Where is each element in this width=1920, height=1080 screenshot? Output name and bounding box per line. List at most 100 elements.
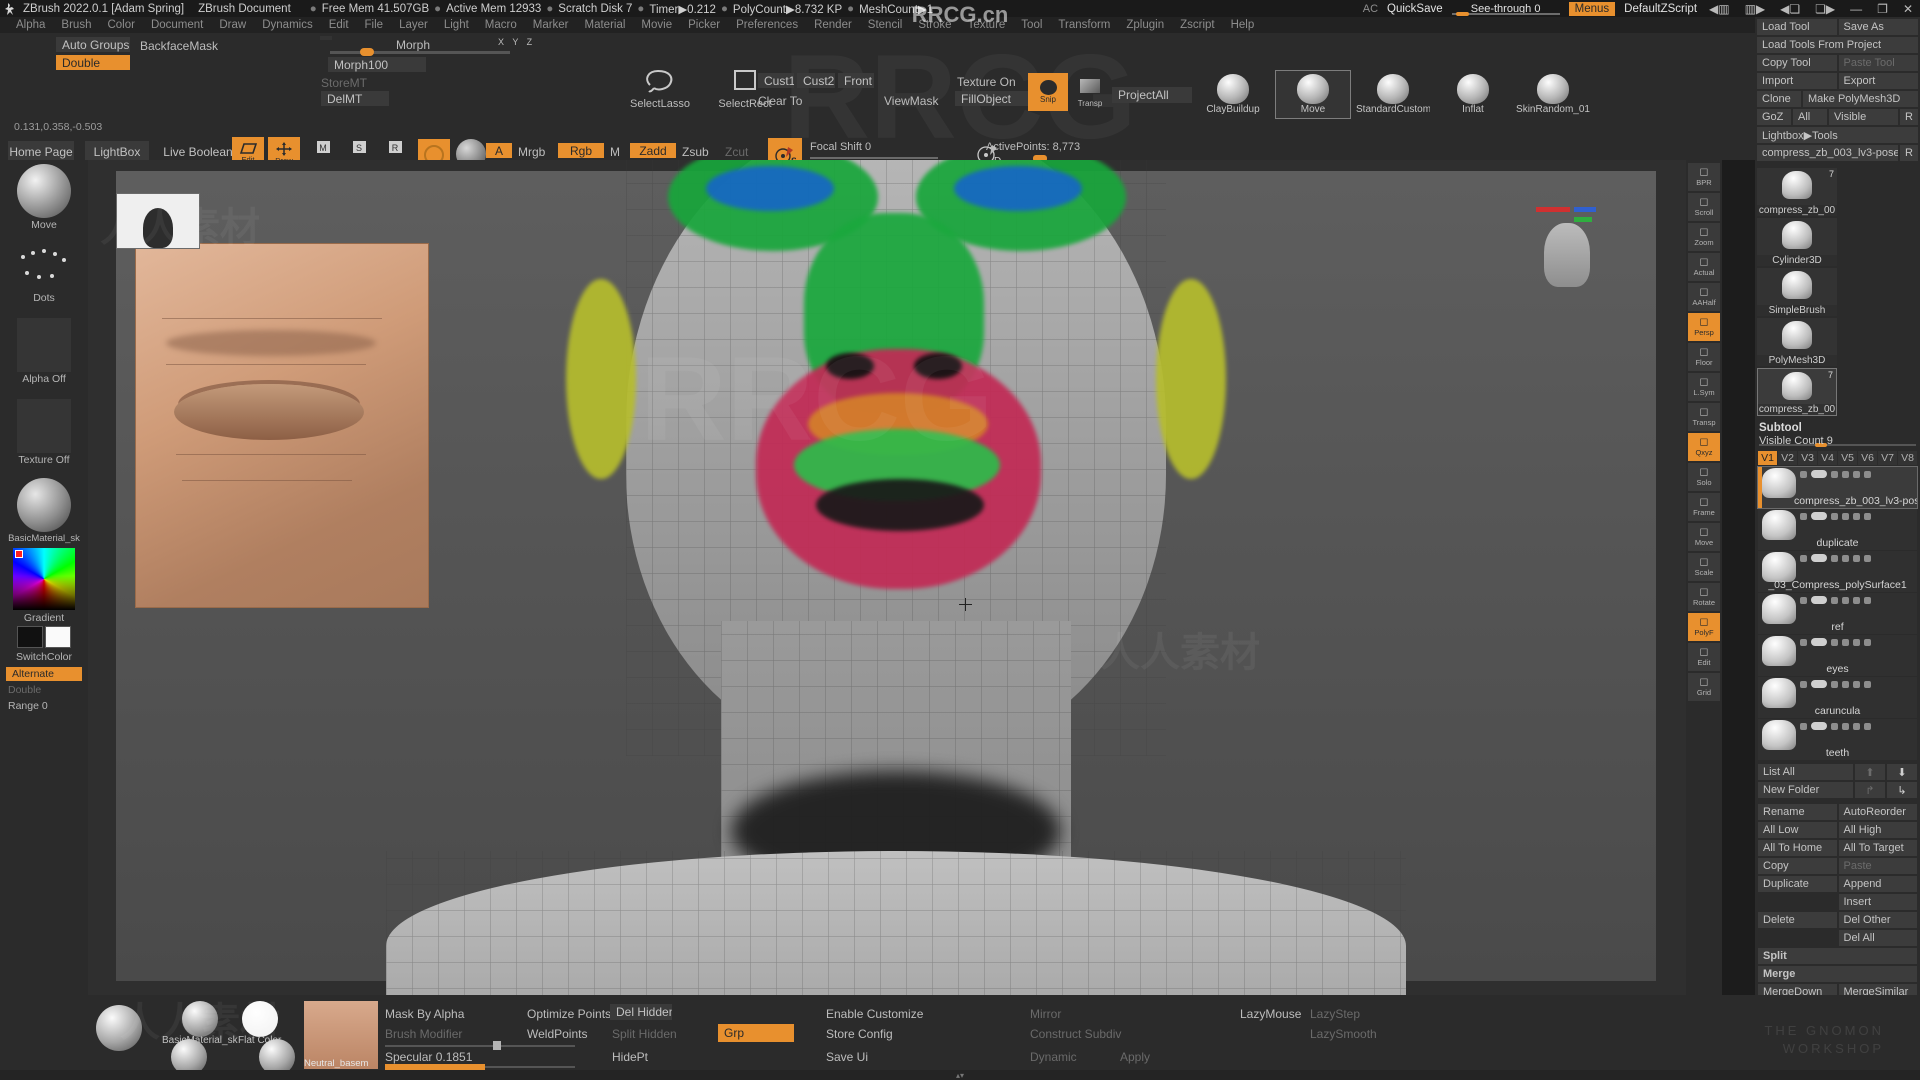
tool-r-button[interactable]: R xyxy=(1900,145,1918,161)
tool-export-button[interactable]: Export xyxy=(1838,73,1918,89)
zsub-button[interactable]: Zsub xyxy=(682,145,709,159)
view-slot-v7[interactable]: V7 xyxy=(1878,451,1897,465)
move-down-icon[interactable]: ⬇ xyxy=(1887,764,1917,780)
subtool-all-to-home-button[interactable]: All To Home xyxy=(1758,840,1837,856)
clear-to-label[interactable]: Clear To xyxy=(758,94,802,108)
enable-customize-button[interactable]: Enable Customize xyxy=(826,1007,923,1021)
snip-button[interactable]: Snip xyxy=(1028,73,1068,111)
mirror-button[interactable]: Mirror xyxy=(1030,1007,1061,1021)
subtool-duplicate-button[interactable]: Duplicate xyxy=(1758,876,1837,892)
subtool-row[interactable]: eyes xyxy=(1758,635,1917,676)
current-brush-slot[interactable]: Move xyxy=(0,164,88,231)
auto-groups-button[interactable]: Auto Groups xyxy=(56,37,130,52)
menu-marker[interactable]: Marker xyxy=(525,19,577,31)
save-ui-button[interactable]: Save Ui xyxy=(826,1050,868,1064)
tool-save-as-button[interactable]: Save As xyxy=(1838,19,1918,35)
grp-button[interactable]: Grp xyxy=(718,1024,794,1042)
indent-out-icon[interactable]: ↱ xyxy=(1855,782,1885,798)
menu-document[interactable]: Document xyxy=(143,19,211,31)
tool-compress-zb-003-lv3-posed--button[interactable]: compress_zb_003_lv3-posed- xyxy=(1757,145,1898,161)
menu-texture[interactable]: Texture xyxy=(960,19,1014,31)
lazy-smooth-slider[interactable]: LazySmooth xyxy=(1310,1027,1377,1041)
material-slot-active[interactable] xyxy=(96,1005,142,1051)
weld-points-button[interactable]: WeldPoints xyxy=(527,1027,587,1041)
subtool-toggles[interactable] xyxy=(1800,596,1871,604)
menu-transform[interactable]: Transform xyxy=(1050,19,1118,31)
document-area[interactable] xyxy=(116,160,1656,995)
viewmask-button[interactable]: ViewMask xyxy=(884,94,938,108)
view-slot-v4[interactable]: V4 xyxy=(1818,451,1837,465)
zoom-icon[interactable]: ◻ Zoom xyxy=(1688,223,1720,251)
subtool-toggles[interactable] xyxy=(1800,638,1871,646)
tool-clone-button[interactable]: Clone xyxy=(1757,91,1801,107)
indent-in-icon[interactable]: ↳ xyxy=(1887,782,1917,798)
brush-move[interactable]: Move xyxy=(1275,70,1351,119)
subtool-copy-button[interactable]: Copy xyxy=(1758,858,1837,874)
focal-shift-slider[interactable]: Focal Shift 0 xyxy=(810,141,871,153)
rgb-button[interactable]: Rgb xyxy=(558,143,604,158)
canvas-viewport[interactable]: ◻ BPR ◻ Scroll ◻ Zoom ◻ Actual ◻ AAHalf ◻ Persp ◻ Flo… xyxy=(88,160,1722,995)
move-up-icon[interactable]: ⬆ xyxy=(1855,764,1885,780)
mask-by-alpha-button[interactable]: Mask By Alpha xyxy=(385,1007,464,1021)
orientation-gizmo[interactable] xyxy=(1526,201,1616,301)
subtool-row[interactable]: _03_Compress_polySurface1 xyxy=(1758,551,1917,592)
rotate-icon[interactable]: ◻ Rotate xyxy=(1688,583,1720,611)
subtool-append-button[interactable]: Append xyxy=(1838,876,1917,892)
persp-icon[interactable]: ◻ Persp xyxy=(1688,313,1720,341)
view-slot-v2[interactable]: V2 xyxy=(1778,451,1797,465)
menu-zplugin[interactable]: Zplugin xyxy=(1118,19,1172,31)
list-all-button[interactable]: List All xyxy=(1758,764,1853,780)
construct-subdiv-button[interactable]: Construct Subdiv xyxy=(1030,1027,1121,1041)
best-icon[interactable]: ◻ BPR xyxy=(1688,163,1720,191)
cust2-button[interactable]: Cust2 xyxy=(797,73,835,88)
subtool-row[interactable]: ref xyxy=(1758,593,1917,634)
menu-file[interactable]: File xyxy=(357,19,392,31)
brush-inflat[interactable]: Inflat xyxy=(1436,71,1510,118)
view-slot-v1[interactable]: V1 xyxy=(1758,451,1777,465)
subtool-split-button[interactable]: Split xyxy=(1758,948,1917,964)
front-button[interactable]: Front xyxy=(838,73,874,88)
double-button[interactable]: Double xyxy=(56,55,130,70)
mrgb-button[interactable]: Mrgb xyxy=(518,145,545,159)
switch-color-button[interactable]: SwitchColor xyxy=(0,651,88,663)
menu-zscript[interactable]: Zscript xyxy=(1172,19,1223,31)
menu-edit[interactable]: Edit xyxy=(321,19,357,31)
subtool-del-other-button[interactable]: Del Other xyxy=(1838,912,1917,928)
specular-slider[interactable]: Specular 0.1851 xyxy=(385,1050,472,1064)
tray-left-icon[interactable]: ◀▥ xyxy=(1706,2,1733,16)
close-icon[interactable]: ✕ xyxy=(1900,2,1916,16)
subtool-insert-button[interactable]: Insert xyxy=(1838,894,1917,910)
subtool-row[interactable]: teeth xyxy=(1758,719,1917,760)
double-label[interactable]: Double xyxy=(8,684,88,696)
bottom-scroll-hint[interactable]: ▴▾ xyxy=(0,1070,1920,1080)
tool-item-polymesh3d[interactable]: PolyMesh3D xyxy=(1757,318,1837,366)
menu-stroke[interactable]: Stroke xyxy=(910,19,959,31)
tool-item-compress-zb-00[interactable]: 7 compress_zb_00 xyxy=(1757,368,1837,416)
subtool-del-all-button[interactable]: Del All xyxy=(1838,930,1917,946)
grid-icon[interactable]: ◻ Grid xyxy=(1688,673,1720,701)
reference-thumbnail[interactable] xyxy=(116,193,200,249)
subtool-merge-button[interactable]: Merge xyxy=(1758,966,1917,982)
frame-icon[interactable]: ◻ Frame xyxy=(1688,493,1720,521)
solo-icon[interactable]: ◻ Solo xyxy=(1688,463,1720,491)
split-hidden-button[interactable]: Split Hidden xyxy=(612,1027,677,1041)
current-stroke-slot[interactable]: Dots xyxy=(0,245,88,304)
menu-preferences[interactable]: Preferences xyxy=(728,19,806,31)
alternate-button[interactable]: Alternate xyxy=(6,667,82,681)
morph-slider-track[interactable] xyxy=(330,51,510,54)
brush-claybuildup[interactable]: ClayBuildup xyxy=(1196,71,1270,118)
current-texture-slot[interactable]: Texture Off xyxy=(0,399,88,466)
restore-icon[interactable]: ❐ xyxy=(1874,2,1891,16)
menu-light[interactable]: Light xyxy=(436,19,477,31)
morph100-button[interactable]: Morph100 xyxy=(328,57,426,72)
primary-color-swatch[interactable] xyxy=(17,626,43,648)
tray-right-icon[interactable]: ▥▶ xyxy=(1742,2,1769,16)
actual-icon[interactable]: ◻ Actual xyxy=(1688,253,1720,281)
color-picker[interactable] xyxy=(13,548,75,610)
fillobject-button[interactable]: FillObject xyxy=(955,91,1035,106)
tool-lightbox-tools-button[interactable]: Lightbox▶Tools xyxy=(1757,127,1918,143)
store-config-button[interactable]: Store Config xyxy=(826,1027,893,1041)
polyf-icon[interactable]: ◻ PolyF xyxy=(1688,613,1720,641)
new-folder-button[interactable]: New Folder xyxy=(1758,782,1853,798)
menu-dynamics[interactable]: Dynamics xyxy=(254,19,320,31)
